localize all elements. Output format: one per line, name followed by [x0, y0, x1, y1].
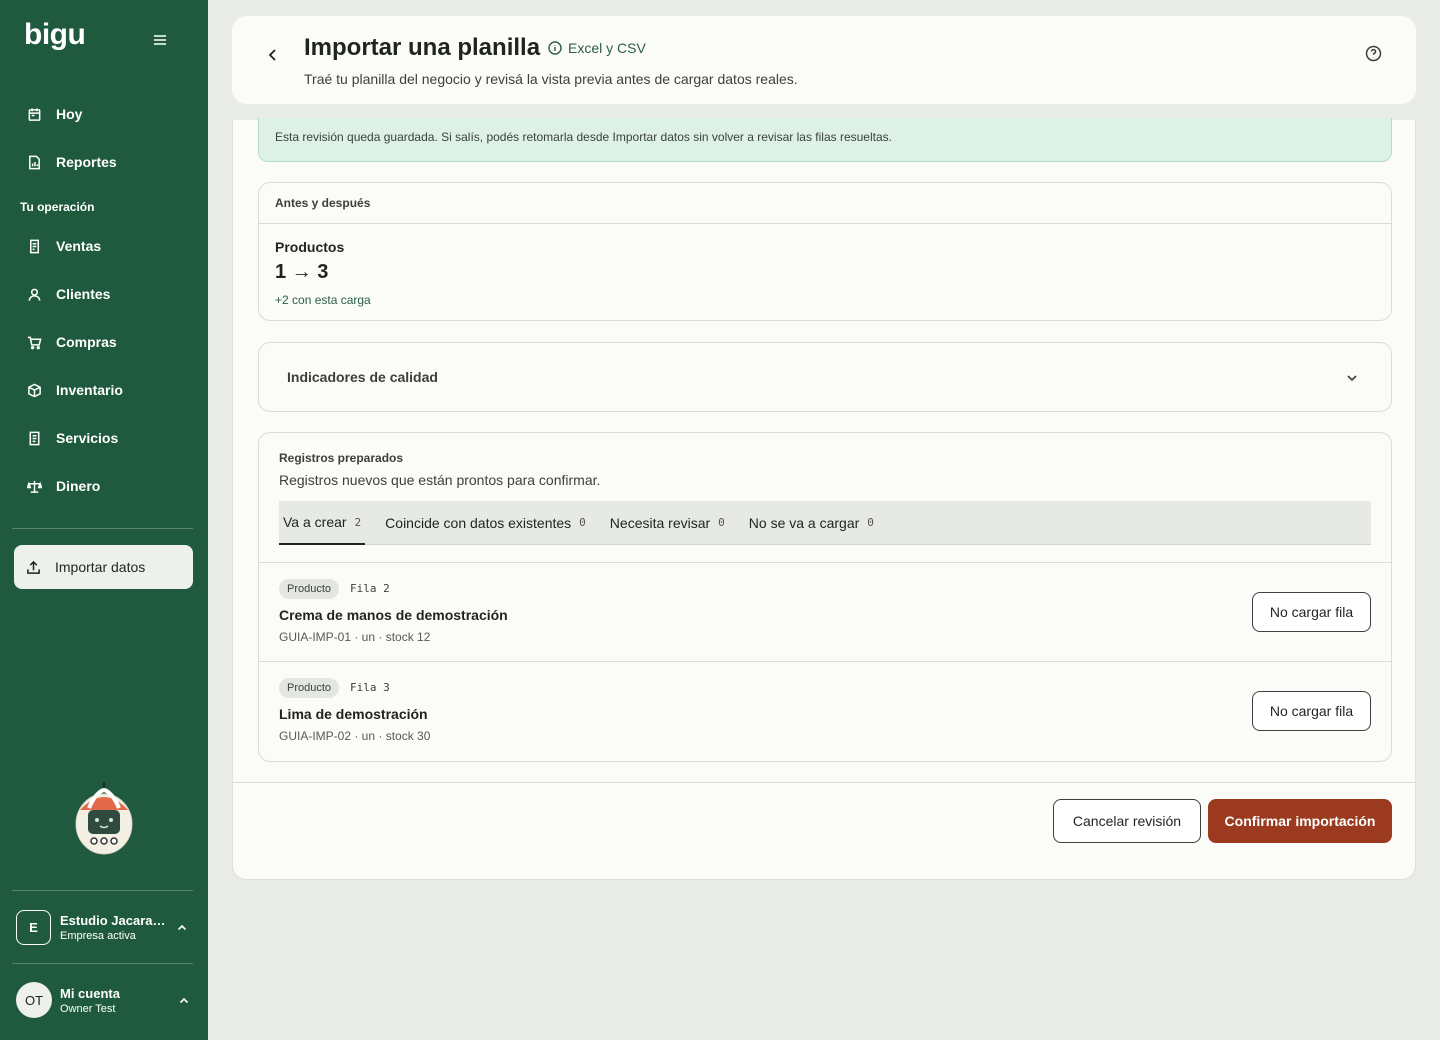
account-name: Owner Test	[60, 1002, 116, 1015]
box-icon	[27, 383, 41, 397]
list-item: Producto Fila 2 Crema de manos de demost…	[259, 562, 1391, 661]
metric-label: Productos	[275, 239, 345, 255]
tab-count: 0	[718, 516, 725, 529]
sidebar-item-label: Inventario	[56, 382, 123, 398]
format-hint-label: Excel y CSV	[568, 40, 646, 56]
prepared-records-card: Registros preparados Registros nuevos qu…	[258, 432, 1392, 762]
scale-icon	[26, 480, 42, 493]
upload-icon	[27, 560, 40, 574]
tab-label: Coincide con datos existentes	[385, 514, 572, 531]
sidebar-item-label: Hoy	[56, 106, 83, 122]
calendar-icon	[28, 107, 40, 121]
cancel-review-button[interactable]: Cancelar revisión	[1053, 799, 1201, 843]
chevron-down-icon	[1347, 375, 1357, 382]
chevron-left-icon	[268, 49, 276, 61]
skip-row-button[interactable]: No cargar fila	[1252, 592, 1371, 632]
company-switcher[interactable]: E Estudio Jacaranda Empresa activa	[16, 907, 196, 947]
row-number: Fila 2	[350, 582, 390, 595]
menu-toggle-button[interactable]	[150, 30, 170, 50]
hamburger-icon	[154, 35, 166, 45]
sidebar-item-ventas[interactable]: Ventas	[14, 226, 194, 266]
type-badge: Producto	[279, 579, 340, 599]
quality-accordion[interactable]: Indicadores de calidad	[258, 342, 1392, 412]
sidebar-divider	[12, 528, 193, 529]
chevron-up-icon	[177, 924, 187, 931]
tab-count: 2	[354, 515, 362, 529]
tab-count: 0	[867, 516, 874, 529]
card-heading: Antes y después	[259, 183, 1391, 224]
accordion-label: Indicadores de calidad	[287, 369, 438, 385]
sidebar-item-compras[interactable]: Compras	[14, 322, 194, 362]
sidebar-divider	[12, 890, 193, 891]
footer-divider	[233, 782, 1415, 783]
page-header: Importar una planilla Excel y CSV Traé t…	[232, 16, 1416, 104]
page-title: Importar una planilla	[304, 34, 541, 61]
confirm-import-button[interactable]: Confirmar importación	[1208, 799, 1392, 843]
sidebar-item-hoy[interactable]: Hoy	[14, 94, 194, 134]
saved-notice: Esta revisión queda guardada. Si salís, …	[258, 118, 1392, 162]
row-number: Fila 3	[350, 681, 390, 694]
sidebar: bigu Hoy Reportes Tu operación Ventas Cl…	[0, 0, 208, 1040]
tab-no-se-va-a-cargar[interactable]: No se va a cargar 0	[745, 501, 878, 545]
sidebar-item-clientes[interactable]: Clientes	[14, 274, 194, 314]
sidebar-item-label: Reportes	[56, 154, 117, 170]
record-tabs: Va a crear 2 Coincide con datos existent…	[279, 501, 1371, 545]
sidebar-item-label: Servicios	[56, 430, 119, 446]
sidebar-item-label: Ventas	[56, 238, 102, 254]
records-title: Registros preparados	[279, 451, 404, 465]
sidebar-item-label: Dinero	[56, 478, 101, 494]
sidebar-item-reportes[interactable]: Reportes	[14, 142, 194, 182]
tab-count: 0	[579, 516, 586, 529]
mascot-illustration	[75, 782, 133, 855]
document-icon	[29, 431, 39, 445]
sidebar-item-dinero[interactable]: Dinero	[14, 466, 194, 506]
records-subtitle: Registros nuevos que están prontos para …	[279, 472, 601, 488]
account-menu[interactable]: OT Mi cuenta Owner Test	[16, 980, 196, 1020]
user-icon	[28, 288, 40, 301]
tab-coincide[interactable]: Coincide con datos existentes 0	[381, 501, 590, 545]
account-title: Mi cuenta	[60, 985, 120, 1001]
sidebar-item-servicios[interactable]: Servicios	[14, 418, 194, 458]
sidebar-item-label: Clientes	[56, 286, 111, 302]
format-hint[interactable]: Excel y CSV	[548, 40, 646, 56]
section-label: Tu operación	[20, 200, 95, 214]
sidebar-item-inventario[interactable]: Inventario	[14, 370, 194, 410]
import-review-panel: Esta revisión queda guardada. Si salís, …	[232, 118, 1416, 880]
help-icon	[1365, 45, 1382, 62]
before-after-card: Antes y después Productos 1 → 3 +2 con e…	[258, 182, 1392, 321]
type-badge: Producto	[279, 678, 340, 698]
company-avatar: E	[16, 909, 51, 945]
company-status: Empresa activa	[60, 929, 136, 942]
tab-label: No se va a cargar	[748, 514, 860, 531]
help-button[interactable]	[1365, 45, 1383, 63]
tab-necesita-revisar[interactable]: Necesita revisar 0	[606, 501, 729, 545]
sidebar-item-label: Importar datos	[55, 559, 146, 575]
sidebar-item-label: Compras	[56, 334, 117, 350]
info-icon	[548, 41, 562, 55]
record-name: Lima de demostración	[279, 706, 428, 722]
list-item: Producto Fila 3 Lima de demostración GUI…	[259, 661, 1391, 760]
back-button[interactable]	[262, 44, 284, 66]
sidebar-divider	[12, 963, 193, 964]
cart-icon	[27, 336, 42, 349]
metric-delta: +2 con esta carga	[275, 293, 371, 307]
avatar: OT	[16, 982, 52, 1018]
chevron-up-icon	[179, 997, 189, 1004]
record-meta: GUIA-IMP-02 · un · stock 30	[279, 729, 431, 743]
tab-label: Va a crear	[283, 514, 347, 530]
tab-label: Necesita revisar	[609, 514, 711, 531]
metric-value: 1 → 3	[275, 261, 329, 283]
record-name: Crema de manos de demostración	[279, 607, 508, 623]
skip-row-button[interactable]: No cargar fila	[1252, 691, 1371, 731]
company-name: Estudio Jacaranda	[60, 912, 170, 928]
sidebar-item-importar-datos[interactable]: Importar datos	[14, 545, 193, 589]
app-logo[interactable]: bigu	[24, 18, 86, 52]
page-subtitle: Traé tu planilla del negocio y revisá la…	[304, 71, 798, 87]
tab-va-a-crear[interactable]: Va a crear 2	[279, 501, 366, 545]
report-icon	[28, 155, 40, 169]
receipt-icon	[29, 239, 39, 253]
record-meta: GUIA-IMP-01 · un · stock 12	[279, 630, 431, 644]
